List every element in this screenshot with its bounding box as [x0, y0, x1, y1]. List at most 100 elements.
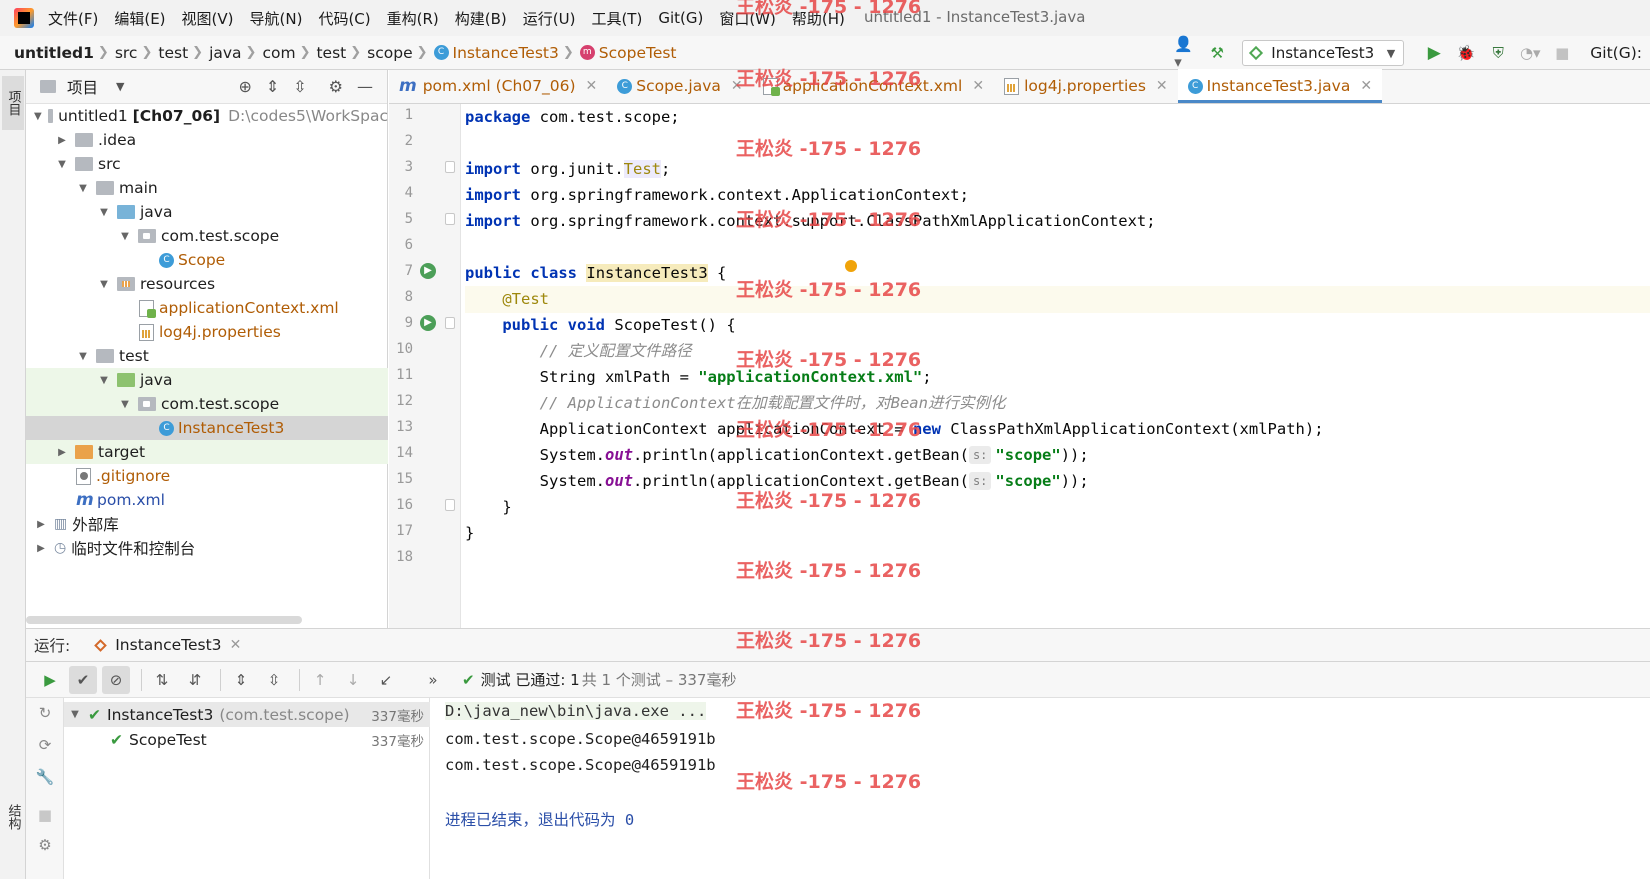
rerun-icon[interactable]: ▶: [36, 666, 64, 694]
tree-item-main-java[interactable]: ▼ java: [26, 200, 388, 224]
arrow-down-icon[interactable]: ↓: [339, 666, 367, 694]
rerun-failed-icon[interactable]: ↻: [34, 704, 56, 726]
chevron-down-icon[interactable]: ▼: [97, 375, 111, 386]
crumb-method[interactable]: ScopeTest: [599, 44, 677, 62]
tab-log4j[interactable]: log4j.properties ✕: [994, 69, 1178, 103]
menu-navigate[interactable]: 导航(N): [250, 8, 303, 29]
chevron-right-icon[interactable]: ▶: [55, 447, 69, 458]
run-tab[interactable]: InstanceTest3 ✕: [94, 636, 242, 654]
crumb-class[interactable]: InstanceTest3: [453, 44, 559, 62]
tree-item-test-java[interactable]: ▼ java: [26, 368, 388, 392]
stop-icon[interactable]: ■: [1551, 42, 1573, 64]
fold-icon[interactable]: [445, 499, 455, 511]
chevron-right-icon[interactable]: ▶: [55, 135, 69, 146]
close-icon[interactable]: ✕: [586, 78, 598, 94]
show-ignored-icon[interactable]: ⊘: [102, 665, 130, 694]
menu-tools[interactable]: 工具(T): [591, 8, 642, 29]
close-icon[interactable]: ✕: [1360, 78, 1372, 94]
tree-item-main[interactable]: ▼ main: [26, 176, 388, 200]
tree-item-target[interactable]: ▶ target: [26, 440, 388, 464]
chevron-down-icon[interactable]: ▼: [76, 351, 90, 362]
arrow-up-icon[interactable]: ↑: [306, 666, 334, 694]
tree-item-main-package[interactable]: ▼ com.test.scope: [26, 224, 388, 248]
git-label[interactable]: Git(G):: [1590, 44, 1642, 62]
run-test-method-icon[interactable]: ▶: [420, 315, 436, 331]
chevron-down-icon[interactable]: ▼: [76, 183, 90, 194]
menu-view[interactable]: 视图(V): [182, 8, 234, 29]
run-icon[interactable]: ▶: [1423, 42, 1445, 64]
settings-icon[interactable]: ⚙: [34, 836, 56, 858]
tree-item-untitled1[interactable]: ▼ untitled1 [Ch07_06] D:\codes5\WorkSpac: [26, 104, 388, 128]
run-test-class-icon[interactable]: ▶: [420, 263, 436, 279]
fold-icon[interactable]: [445, 213, 455, 225]
chevron-down-icon[interactable]: ▼: [116, 80, 124, 93]
profile-icon[interactable]: ◔▾: [1519, 42, 1541, 64]
crumb-test[interactable]: test: [158, 44, 188, 62]
tree-item-test[interactable]: ▼ test: [26, 344, 388, 368]
collapse-all-icon[interactable]: ⇳: [293, 77, 306, 96]
fold-icon[interactable]: [445, 161, 455, 173]
tree-item-external-libs[interactable]: ▶ ▥ 外部库: [26, 512, 388, 536]
build-hammer-icon[interactable]: ⚒: [1206, 42, 1228, 64]
sort-alpha-icon[interactable]: ⇅: [148, 666, 176, 694]
show-passed-icon[interactable]: ✔: [69, 665, 97, 694]
chevron-down-icon[interactable]: ▼: [118, 231, 132, 242]
test-row-method[interactable]: ✔ ScopeTest 337毫秒: [64, 727, 430, 752]
fold-icon[interactable]: [445, 317, 455, 329]
run-config-select[interactable]: InstanceTest3 ▼: [1242, 40, 1405, 66]
tree-item-scratches[interactable]: ▶ ◷ 临时文件和控制台: [26, 536, 388, 560]
chevron-right-icon[interactable]: ▶: [34, 519, 48, 530]
gear-icon[interactable]: ⚙: [329, 77, 343, 96]
horizontal-scrollbar[interactable]: [26, 616, 302, 624]
menu-code[interactable]: 代码(C): [318, 8, 370, 29]
tab-instancetest3[interactable]: C InstanceTest3.java ✕: [1177, 69, 1383, 103]
crumb-src[interactable]: src: [115, 44, 138, 62]
locate-icon[interactable]: ⊕: [238, 77, 251, 96]
chevron-down-icon[interactable]: ▼: [34, 111, 42, 122]
user-icon[interactable]: 👤▾: [1174, 35, 1196, 71]
tree-item-src[interactable]: ▼ src: [26, 152, 388, 176]
crumb-project[interactable]: untitled1: [14, 44, 94, 62]
menu-run[interactable]: 运行(U): [523, 8, 576, 29]
coverage-icon[interactable]: ⛨: [1487, 42, 1509, 64]
chevron-down-icon[interactable]: ▼: [68, 709, 82, 720]
tree-item-resources[interactable]: ▼ resources: [26, 272, 388, 296]
tree-item-pom[interactable]: m pom.xml: [26, 488, 388, 512]
project-tool-tab[interactable]: 项目: [2, 76, 24, 130]
export-icon[interactable]: ↙: [372, 666, 400, 694]
tree-item-scope[interactable]: C Scope: [26, 248, 388, 272]
collapse-all-icon[interactable]: ⇳: [260, 666, 288, 694]
expand-all-icon[interactable]: ⇕: [266, 77, 279, 96]
crumb-test-pkg[interactable]: test: [316, 44, 346, 62]
minimize-icon[interactable]: —: [357, 77, 373, 96]
tab-pom[interactable]: m pom.xml (Ch07_06) ✕: [389, 69, 607, 103]
tree-item-log4j[interactable]: log4j.properties: [26, 320, 388, 344]
stop-icon[interactable]: ■: [34, 806, 56, 828]
chevron-down-icon[interactable]: ▼: [55, 159, 69, 170]
menu-git[interactable]: Git(G): [658, 9, 703, 27]
expand-all-icon[interactable]: ⇕: [227, 666, 255, 694]
sort-duration-icon[interactable]: ⇵: [181, 666, 209, 694]
debug-icon[interactable]: 🐞: [1455, 42, 1477, 64]
menu-edit[interactable]: 编辑(E): [114, 8, 165, 29]
tree-item-test-package[interactable]: ▼ com.test.scope: [26, 392, 388, 416]
tree-item-idea[interactable]: ▶ .idea: [26, 128, 388, 152]
console-output[interactable]: D:\java_new\bin\java.exe ... com.test.sc…: [431, 698, 1650, 879]
chevron-down-icon[interactable]: ▼: [97, 279, 111, 290]
tab-scope-java[interactable]: C Scope.java ✕: [607, 69, 752, 103]
project-panel-title[interactable]: 项目: [67, 76, 98, 98]
crumb-java[interactable]: java: [209, 44, 241, 62]
lightbulb-icon[interactable]: [845, 260, 857, 272]
menu-file[interactable]: 文件(F): [48, 8, 98, 29]
chevron-right-icon[interactable]: ▶: [34, 543, 48, 554]
crumb-scope[interactable]: scope: [367, 44, 412, 62]
crumb-com[interactable]: com: [262, 44, 295, 62]
menu-refactor[interactable]: 重构(R): [387, 8, 439, 29]
code-editor[interactable]: 1 2 3 4 5 6 7 8 9 10 11 12 13 14 15 16 1…: [389, 104, 1650, 628]
tree-item-instancetest3[interactable]: C InstanceTest3: [26, 416, 388, 440]
menu-build[interactable]: 构建(B): [455, 8, 507, 29]
close-icon[interactable]: ✕: [230, 637, 242, 653]
more-icon[interactable]: »: [419, 666, 447, 694]
tree-item-applicationcontext[interactable]: applicationContext.xml: [26, 296, 388, 320]
close-icon[interactable]: ✕: [972, 78, 984, 94]
